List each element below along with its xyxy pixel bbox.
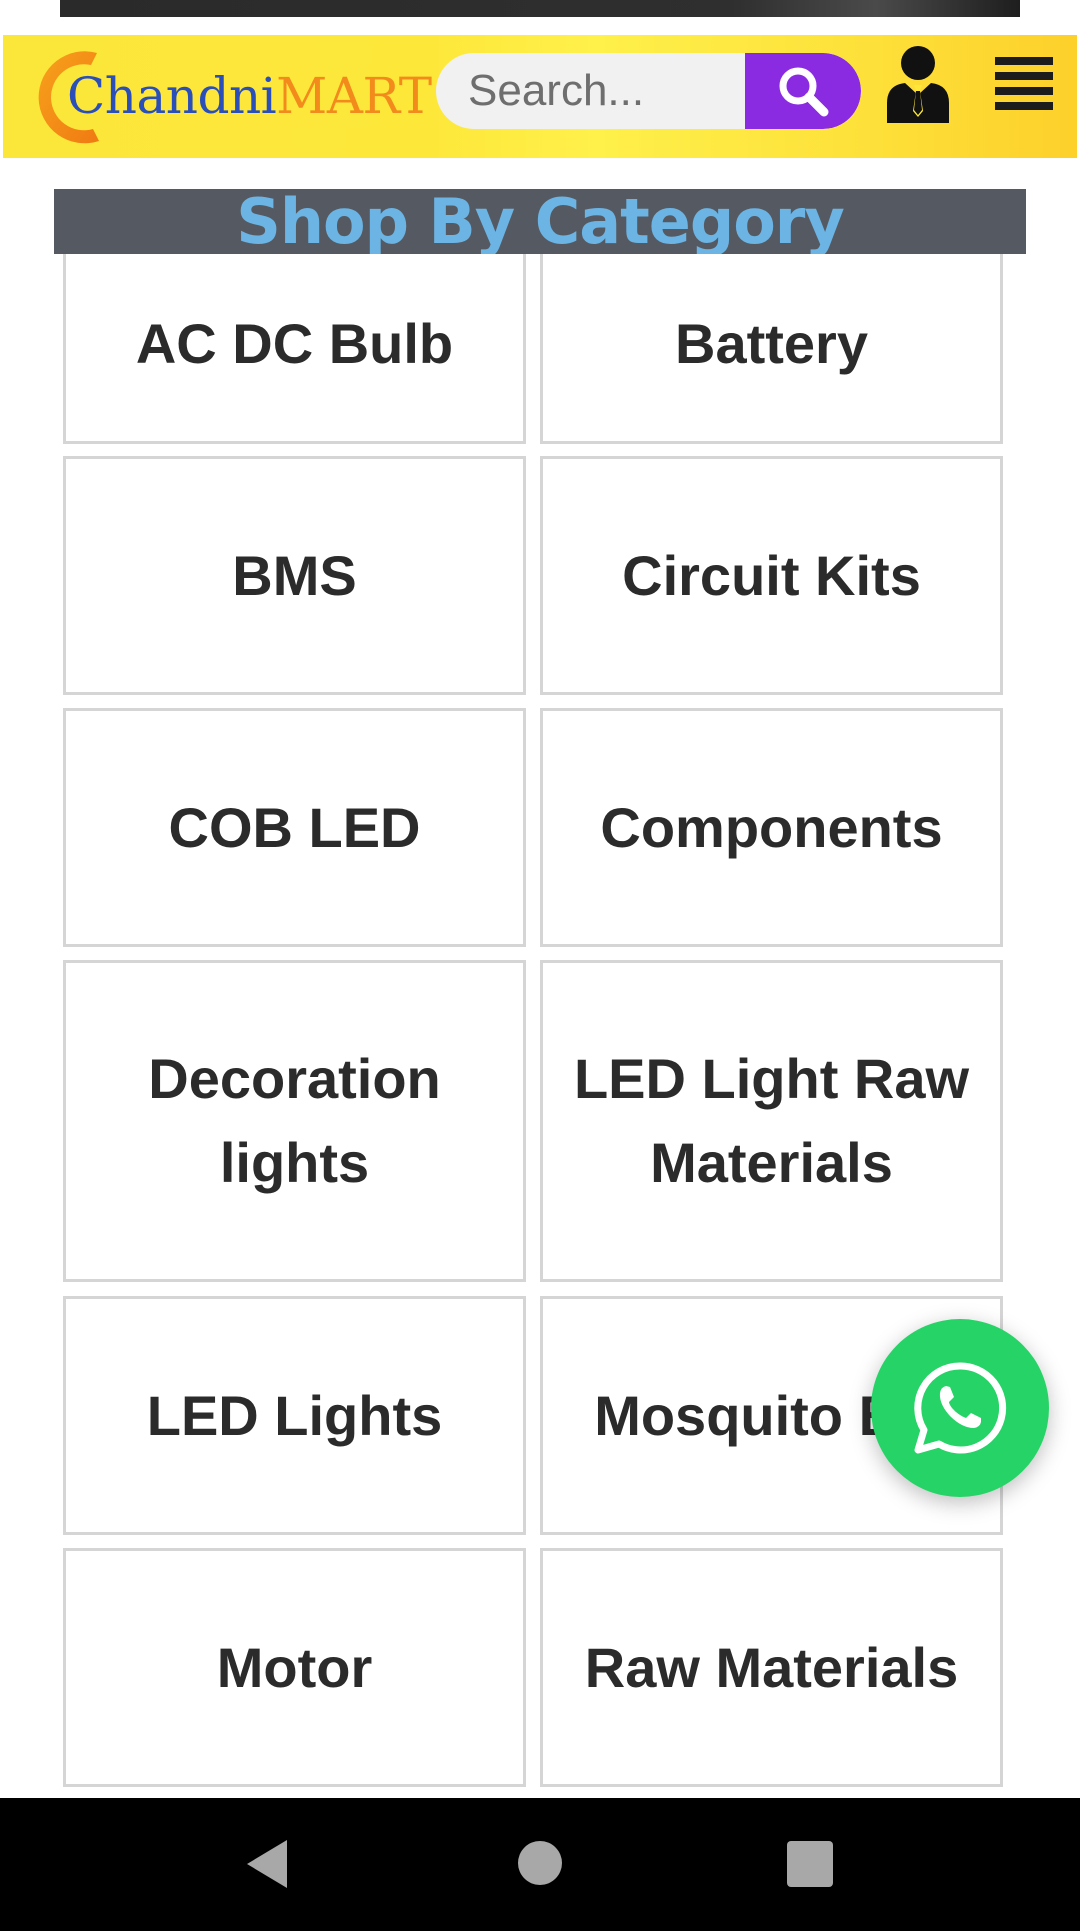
home-icon[interactable] <box>518 1841 562 1885</box>
category-tile[interactable]: LED Lights <box>63 1296 526 1535</box>
category-tile[interactable]: COB LED <box>63 708 526 947</box>
logo-text: ChandniMART <box>67 67 432 125</box>
category-tile[interactable]: Raw Materials <box>540 1548 1003 1787</box>
whatsapp-icon <box>914 1362 1007 1454</box>
menu-line <box>995 102 1053 110</box>
category-tile[interactable]: Circuit Kits <box>540 456 1003 695</box>
site-logo[interactable]: ChandniMART <box>27 45 432 150</box>
back-icon[interactable] <box>243 1838 291 1890</box>
menu-line <box>995 57 1053 65</box>
page-root: ChandniMART AC DC Bulb Battery <box>0 0 1080 1931</box>
category-tile[interactable]: BMS <box>63 456 526 695</box>
search-bar <box>436 53 861 129</box>
section-title-bar: Shop By Category <box>54 189 1026 254</box>
category-tile[interactable]: AC DC Bulb <box>63 244 526 444</box>
system-navigation-bar <box>0 1798 1080 1931</box>
whatsapp-button[interactable] <box>871 1319 1049 1497</box>
logo-text-mart: MART <box>276 67 432 125</box>
hamburger-menu-icon[interactable] <box>995 57 1055 117</box>
recents-icon[interactable] <box>787 1841 833 1887</box>
category-tile[interactable]: Decoration lights <box>63 960 526 1282</box>
category-tile[interactable]: Components <box>540 708 1003 947</box>
menu-line <box>995 87 1053 95</box>
category-tile[interactable]: Battery <box>540 244 1003 444</box>
site-header: ChandniMART <box>3 35 1077 158</box>
search-button[interactable] <box>745 53 861 129</box>
menu-line <box>995 72 1053 80</box>
section-title: Shop By Category <box>236 189 845 254</box>
category-tile[interactable]: LED Light Raw Materials <box>540 960 1003 1282</box>
category-tile[interactable]: Motor <box>63 1548 526 1787</box>
logo-text-chandni: Chandni <box>67 67 277 125</box>
search-icon <box>779 67 829 117</box>
user-icon[interactable] <box>883 45 953 123</box>
banner-image-strip[interactable] <box>60 0 1020 17</box>
search-input[interactable] <box>436 53 746 129</box>
